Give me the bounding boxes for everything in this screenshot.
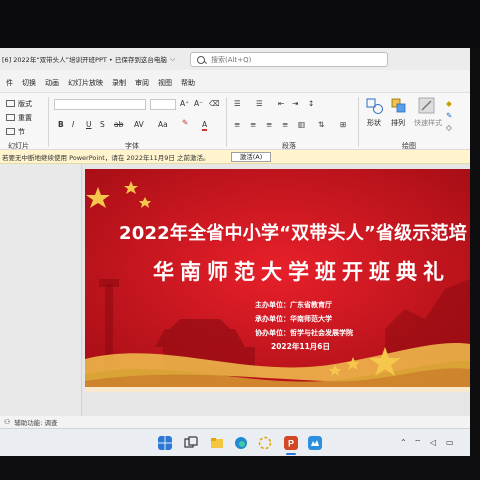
activation-message: 若要无中断地继续使用 PowerPoint，请在 2022年11月9日 之前激活… (2, 153, 210, 162)
justify-icon[interactable]: ≡ (282, 120, 288, 129)
quick-styles-button[interactable]: 快速样式 (414, 118, 442, 128)
change-case-button[interactable]: Aa (158, 120, 168, 129)
desk-background (0, 0, 480, 48)
volume-icon[interactable]: ◁ (430, 438, 436, 447)
task-view-icon[interactable] (184, 436, 198, 450)
numbering-icon[interactable]: ☰ (256, 99, 263, 108)
shape-outline-icon[interactable]: ✎ (446, 111, 452, 120)
section-icon (6, 128, 15, 135)
current-slide[interactable]: 2022年全省中小学“双带头人”省级示范培 华南师范大学班开班典礼 主办单位：广… (85, 169, 470, 392)
align-center-icon[interactable]: ≡ (250, 120, 256, 129)
font-family-select[interactable] (54, 99, 146, 110)
organizer[interactable]: 承办单位：华南师范大学 (255, 314, 332, 324)
slide-date[interactable]: 2022年11月6日 (271, 341, 330, 352)
font-color-button[interactable]: A (202, 120, 208, 131)
powerpoint-icon[interactable]: P (284, 436, 298, 450)
svg-text:P: P (288, 439, 294, 449)
tab-view[interactable]: 视图 (158, 78, 172, 88)
tab-record[interactable]: 录制 (112, 78, 126, 88)
network-icon[interactable]: ⌔ (414, 438, 422, 448)
shapes-icon[interactable] (366, 98, 384, 114)
reset-icon (6, 114, 15, 121)
meeting-app-icon[interactable] (308, 436, 322, 450)
shapes-button[interactable]: 形状 (367, 118, 381, 128)
co-organizer[interactable]: 协办单位：哲学与社会发展学院 (255, 328, 353, 338)
slide-thumbnail-panel[interactable] (0, 164, 82, 442)
section-button[interactable]: 节 (18, 127, 25, 137)
search-box[interactable] (190, 52, 388, 67)
shape-fill-icon[interactable]: ◆ (446, 99, 452, 108)
clear-format-icon[interactable]: ⌫ (209, 99, 220, 108)
tab-slideshow[interactable]: 幻灯片放映 (68, 78, 103, 88)
tab-help[interactable]: 帮助 (181, 78, 195, 88)
battery-icon[interactable]: ▭ (446, 438, 454, 447)
highlight-icon[interactable]: ✎ (182, 118, 188, 127)
char-spacing-button[interactable]: AV (134, 120, 144, 129)
bold-button[interactable]: B (58, 120, 64, 129)
bullets-icon[interactable]: ☰ (234, 99, 241, 108)
line-spacing-icon[interactable]: ↕ (308, 99, 314, 108)
slide-title-line1[interactable]: 2022年全省中小学“双带头人”省级示范培 (119, 219, 467, 245)
tab-file[interactable]: 件 (6, 78, 13, 88)
active-indicator (286, 453, 296, 455)
layout-button[interactable]: 版式 (18, 99, 32, 109)
app-icon[interactable] (258, 436, 272, 450)
columns-icon[interactable]: ▥ (298, 120, 305, 129)
search-input[interactable] (211, 55, 371, 64)
shape-effects-icon[interactable]: ◇ (446, 123, 452, 132)
status-bar: ⚇ 辅助功能: 调查 (0, 416, 470, 428)
start-icon[interactable] (158, 436, 172, 450)
font-size-select[interactable] (150, 99, 176, 110)
text-direction-icon[interactable]: ⇅ (318, 120, 324, 129)
shadow-button[interactable]: S (100, 120, 105, 129)
host-organization[interactable]: 主办单位：广东省教育厅 (255, 300, 332, 310)
powerpoint-window: [6] 2022年“双带头人”培训开班PPT • 已保存到这台电脑 ⌵ 件 切换… (0, 48, 470, 456)
file-explorer-icon[interactable] (210, 436, 224, 450)
underline-button[interactable]: U (86, 120, 92, 129)
smartart-icon[interactable]: ⊞ (340, 120, 346, 129)
arrange-icon[interactable] (391, 98, 407, 114)
slide-title-line2[interactable]: 华南师范大学班开班典礼 (153, 256, 450, 286)
accessibility-icon[interactable]: ⚇ (4, 418, 10, 426)
shrink-font-icon[interactable]: A⁻ (194, 99, 203, 108)
windows-taskbar: P ⌃ ⌔ ◁ ▭ (0, 428, 470, 456)
increase-indent-icon[interactable]: ⇥ (292, 99, 298, 108)
reset-button[interactable]: 重置 (18, 113, 32, 123)
quick-styles-icon[interactable] (418, 97, 436, 115)
tab-animations[interactable]: 动画 (45, 78, 59, 88)
search-icon (197, 55, 205, 64)
ribbon-tabs: 件 切换 动画 幻灯片放映 录制 审阅 视图 帮助 (0, 76, 197, 90)
decrease-indent-icon[interactable]: ⇤ (278, 99, 284, 108)
tab-review[interactable]: 审阅 (135, 78, 149, 88)
title-bar: [6] 2022年“双带头人”培训开班PPT • 已保存到这台电脑 ⌵ (0, 48, 470, 70)
ribbon: 版式 重置 节 幻灯片 A⁺ A⁻ ⌫ B I U S ab AV Aa ✎ A… (0, 92, 470, 150)
ribbon-divider (48, 97, 49, 147)
tray-chevron-icon[interactable]: ⌃ (400, 438, 407, 447)
ribbon-divider (226, 97, 227, 147)
ribbon-divider (358, 97, 359, 147)
strikethrough-button[interactable]: ab (114, 120, 123, 129)
activate-button[interactable]: 激活(A) (231, 152, 271, 162)
grow-font-icon[interactable]: A⁺ (180, 99, 189, 108)
accessibility-status[interactable]: 辅助功能: 调查 (14, 417, 57, 427)
align-left-icon[interactable]: ≡ (234, 120, 240, 129)
edge-icon[interactable] (234, 436, 248, 450)
editing-area: 2022年全省中小学“双带头人”省级示范培 华南师范大学班开班典礼 主办单位：广… (0, 164, 470, 442)
activation-notice-bar: 若要无中断地继续使用 PowerPoint，请在 2022年11月9日 之前激活… (0, 150, 470, 164)
chevron-down-icon[interactable]: ⌵ (170, 55, 175, 64)
arrange-button[interactable]: 排列 (391, 118, 405, 128)
tab-transitions[interactable]: 切换 (22, 78, 36, 88)
layout-icon (6, 100, 15, 107)
document-title[interactable]: [6] 2022年“双带头人”培训开班PPT • 已保存到这台电脑 (2, 54, 167, 64)
italic-button[interactable]: I (72, 120, 74, 129)
align-right-icon[interactable]: ≡ (266, 120, 272, 129)
